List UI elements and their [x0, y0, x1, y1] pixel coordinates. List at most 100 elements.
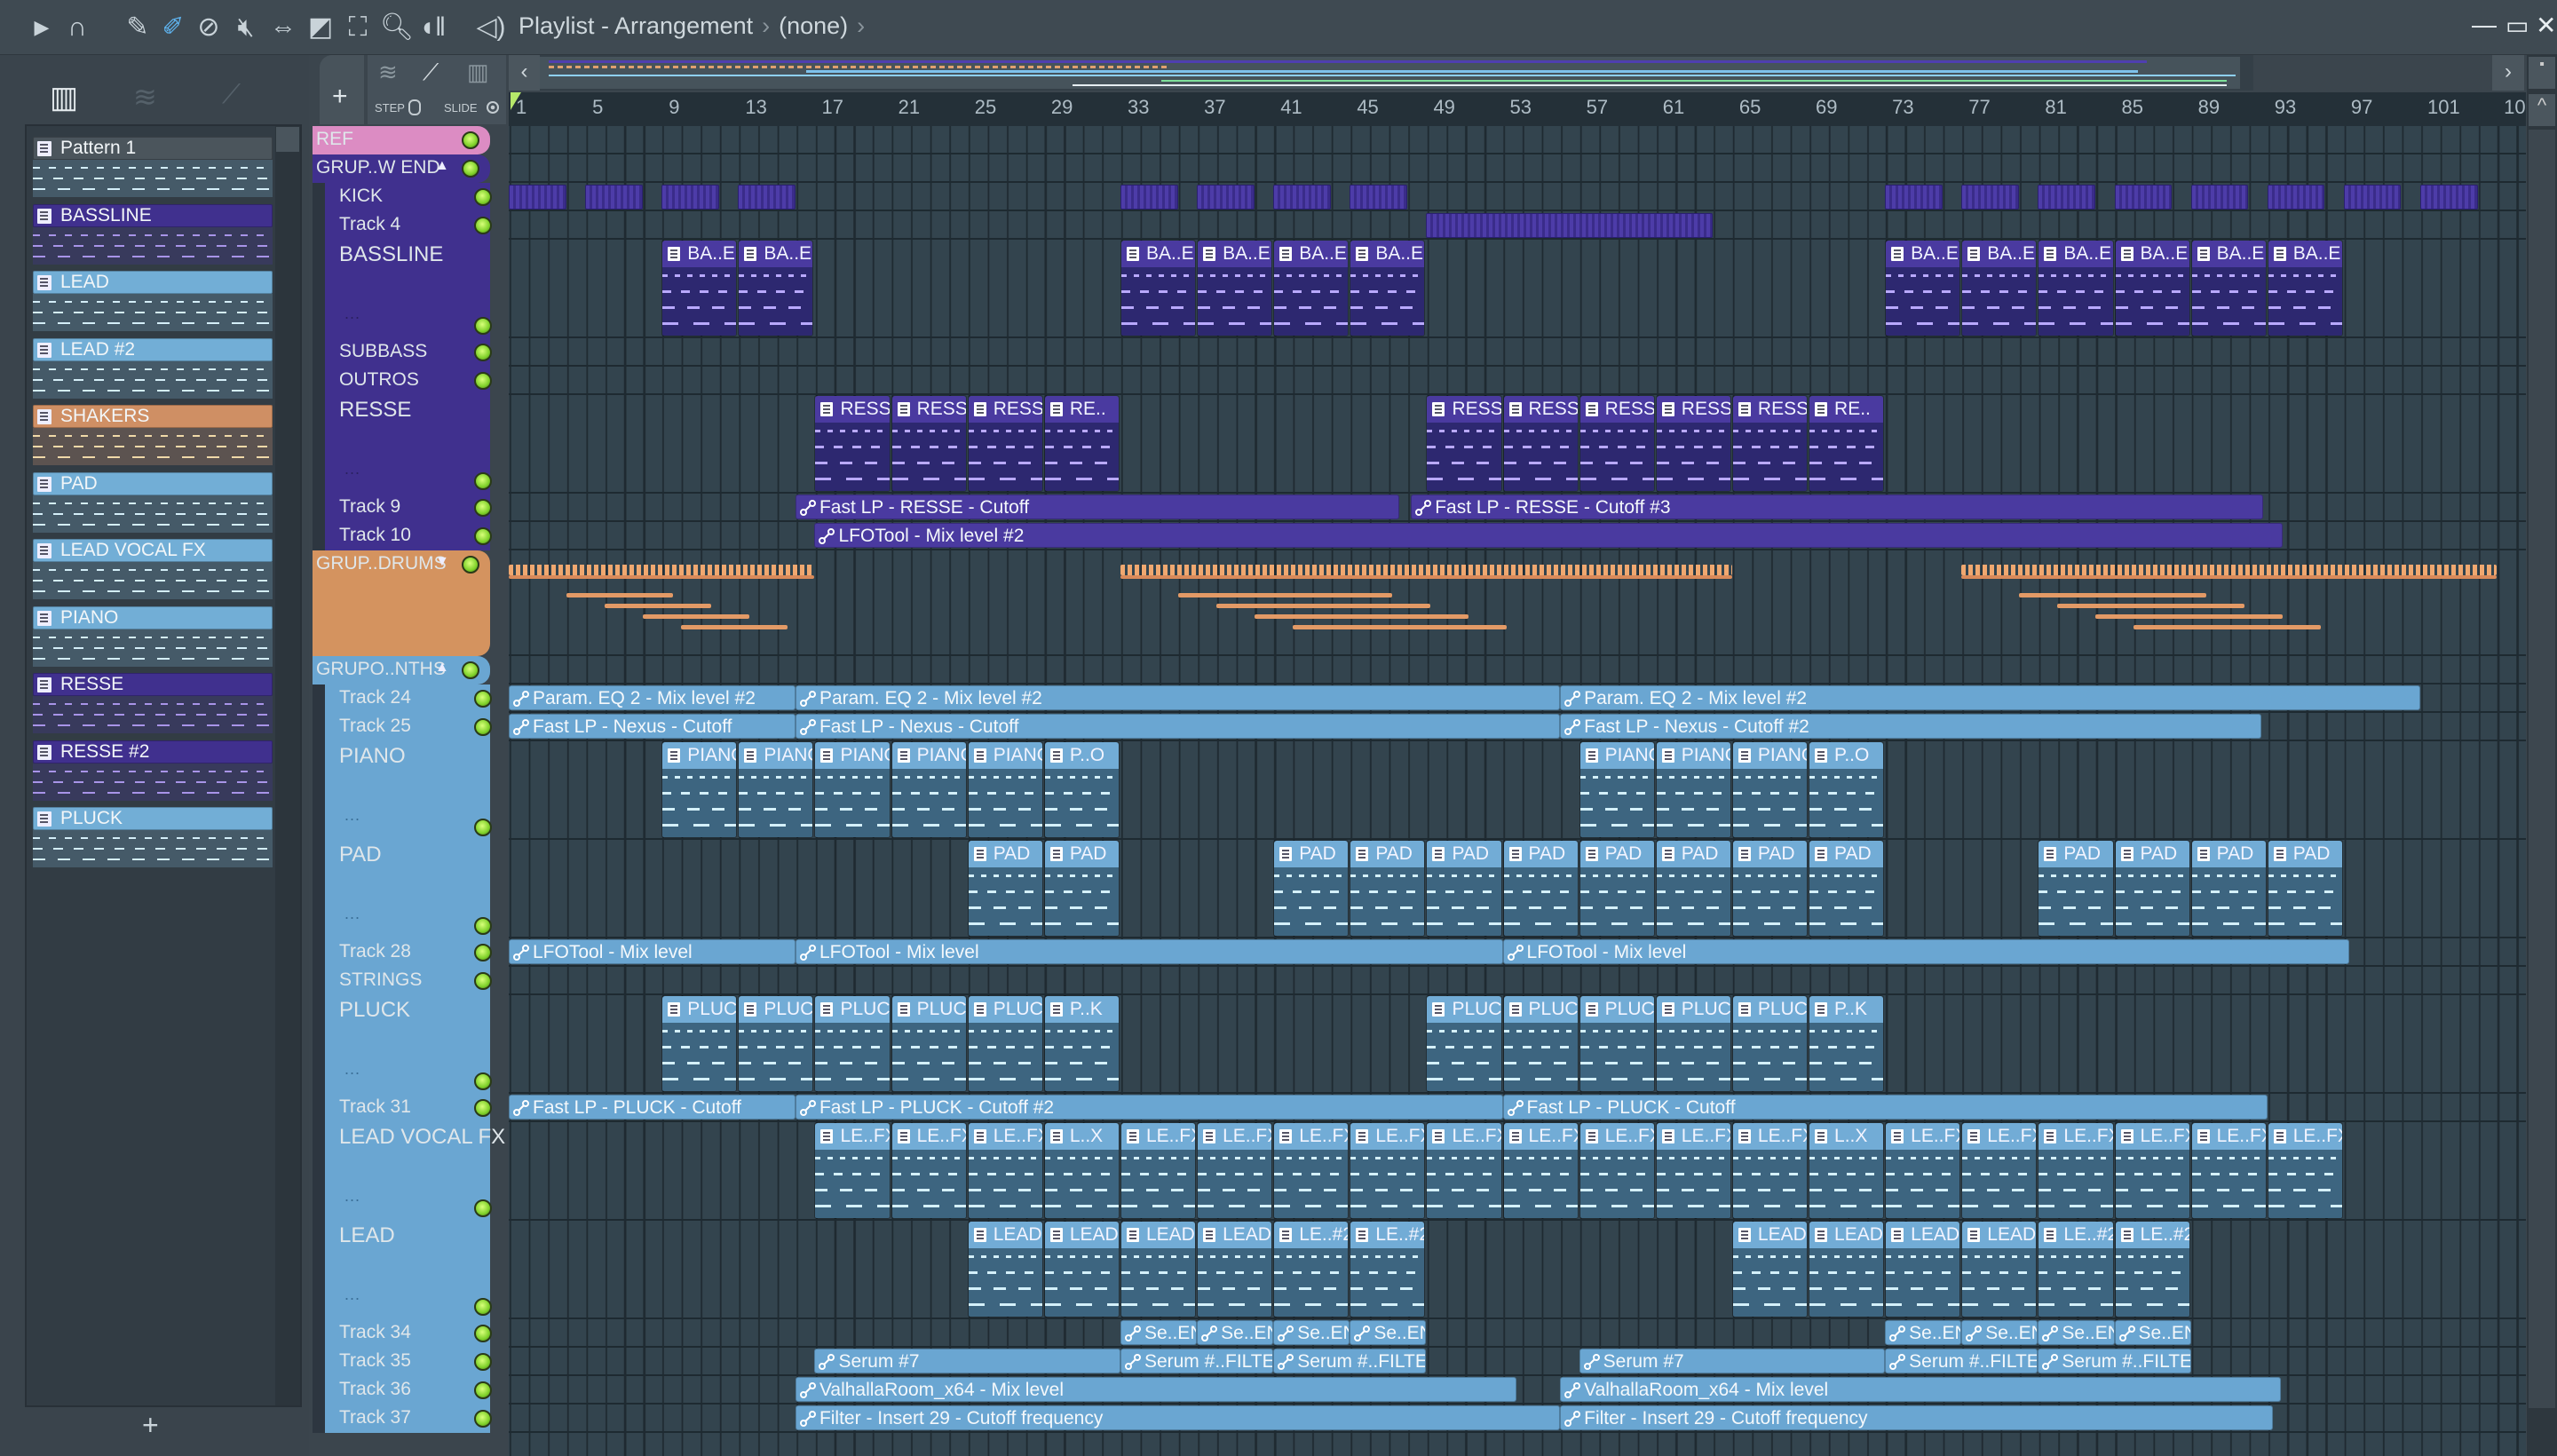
- clip-header[interactable]: LE..FX: [1962, 1123, 2037, 1150]
- track-name[interactable]: BASSLINE: [339, 242, 443, 267]
- pattern-clip[interactable]: PAD: [1350, 840, 1426, 937]
- arrangement-overview[interactable]: [540, 55, 2253, 91]
- clip-header[interactable]: BA..E: [1350, 241, 1425, 267]
- pattern-clip[interactable]: PIANO: [1579, 741, 1655, 838]
- pattern-clip[interactable]: LE..FX: [967, 1122, 1043, 1219]
- automation-clip[interactable]: Se..EN: [1197, 1320, 1274, 1345]
- automation-icon[interactable]: ⟋: [222, 80, 241, 110]
- scroll-thumb[interactable]: [276, 127, 299, 152]
- pattern-header[interactable]: PAD: [33, 471, 273, 495]
- track-header[interactable]: REF: [313, 126, 490, 154]
- track-name[interactable]: PAD: [339, 843, 382, 867]
- pattern-clip[interactable]: LE..FX: [1579, 1122, 1655, 1219]
- pattern-block[interactable]: [2038, 185, 2095, 210]
- playlist-grid[interactable]: BA..E BA..E BA..E BA..E BA..E BA..E BA..E BA..E…: [509, 126, 2526, 1456]
- automation-clip[interactable]: Fast LP - Nexus - Cutoff: [795, 714, 1561, 739]
- clip-header[interactable]: PLUCK: [1579, 996, 1654, 1023]
- automation-clip[interactable]: Serum #..FILTER: [1273, 1349, 1427, 1373]
- pattern-block[interactable]: [2114, 185, 2173, 210]
- audio-wave-icon[interactable]: ≋: [378, 59, 398, 86]
- track-header[interactable]: Track 28: [313, 938, 492, 967]
- pattern-clip[interactable]: LE..FX: [1961, 1122, 2038, 1219]
- clip-header[interactable]: PLUCK: [815, 996, 890, 1023]
- track-enable-led[interactable]: [474, 472, 492, 490]
- pattern-clip[interactable]: PIANO: [661, 741, 738, 838]
- pattern-block[interactable]: [1120, 185, 1178, 210]
- drum-clip[interactable]: [680, 625, 788, 629]
- pattern-clip[interactable]: PAD: [1655, 840, 1731, 937]
- clip-header[interactable]: PLUCK: [662, 996, 737, 1023]
- automation-clip[interactable]: Serum #..FILTER: [1885, 1349, 2038, 1373]
- clip-header[interactable]: LEAD: [1962, 1222, 2037, 1248]
- automation-clip[interactable]: ValhallaRoom_x64 - Mix level: [1560, 1377, 2281, 1402]
- track-name[interactable]: LEAD VOCAL FX: [339, 1125, 505, 1150]
- track-enable-led[interactable]: [474, 718, 492, 736]
- collapse-arrow-icon[interactable]: ▲: [435, 158, 449, 174]
- clip-header[interactable]: LEAD: [1198, 1222, 1272, 1248]
- clip-header[interactable]: RESSE: [1427, 396, 1501, 423]
- pattern-block[interactable]: [1273, 185, 1331, 210]
- pattern-clip[interactable]: RESSE: [1502, 395, 1579, 492]
- pattern-clip[interactable]: RE..: [1809, 395, 1885, 492]
- pattern-item[interactable]: LEAD: [33, 271, 273, 331]
- clip-header[interactable]: BA..E: [2268, 241, 2342, 267]
- pattern-clip[interactable]: LE..FX: [1197, 1122, 1273, 1219]
- drum-ticks[interactable]: [1120, 565, 1732, 575]
- pattern-clip[interactable]: LE..#2: [1273, 1221, 1350, 1318]
- automation-clip[interactable]: Se..EN: [1120, 1320, 1198, 1345]
- pattern-clip[interactable]: L..X: [1809, 1122, 1885, 1219]
- clip-header[interactable]: PAD: [1350, 841, 1425, 867]
- pattern-clip[interactable]: LE..FX: [1731, 1122, 1809, 1219]
- pattern-block[interactable]: [1197, 185, 1255, 210]
- clip-header[interactable]: LE..FX: [968, 1123, 1042, 1150]
- pattern-clip[interactable]: LE..#2: [2114, 1221, 2190, 1318]
- track-name[interactable]: Track 25: [339, 716, 411, 737]
- pattern-clip[interactable]: RE..: [1043, 395, 1120, 492]
- pattern-clip[interactable]: PLUCK: [1579, 995, 1655, 1092]
- clip-header[interactable]: BA..E: [739, 241, 813, 267]
- clip-header[interactable]: P..O: [1044, 742, 1119, 769]
- pattern-clip[interactable]: LE..FX: [1273, 1122, 1350, 1219]
- pattern-clip[interactable]: LEAD: [1043, 1221, 1120, 1318]
- automation-clip[interactable]: Fast LP - RESSE - Cutoff #3: [1411, 495, 2264, 519]
- clip-header[interactable]: LE..FX: [2191, 1123, 2266, 1150]
- track-header[interactable]: OUTROS: [313, 367, 492, 395]
- audio-wave-icon[interactable]: ≋: [133, 80, 157, 114]
- track-header[interactable]: Track 37: [313, 1405, 492, 1433]
- pattern-clip[interactable]: BA..E: [1120, 240, 1197, 336]
- automation-clip[interactable]: Fast LP - PLUCK - Cutoff: [1502, 1095, 2268, 1120]
- track-enable-led[interactable]: [474, 499, 492, 517]
- clip-header[interactable]: PIANO: [1656, 742, 1730, 769]
- clip-header[interactable]: PAD: [1656, 841, 1730, 867]
- add-pattern-button[interactable]: +: [142, 1409, 159, 1442]
- clip-header[interactable]: LE..FX: [1886, 1123, 1960, 1150]
- pattern-clip[interactable]: PAD: [967, 840, 1043, 937]
- clip-header[interactable]: PIANO: [815, 742, 890, 769]
- clip-header[interactable]: PAD: [1809, 841, 1884, 867]
- track-header[interactable]: GRUP..DRUMS ▼: [313, 550, 490, 656]
- track-enable-led[interactable]: [474, 972, 492, 990]
- clip-header[interactable]: LE..FX: [2268, 1123, 2342, 1150]
- clip-header[interactable]: PAD: [1274, 841, 1349, 867]
- delete-icon[interactable]: ⊘: [194, 12, 224, 43]
- drum-clip[interactable]: [1254, 614, 1468, 619]
- clip-header[interactable]: PAD: [1044, 841, 1119, 867]
- track-header[interactable]: Track 25: [313, 713, 492, 741]
- play-arrow-icon[interactable]: ▶: [27, 12, 57, 43]
- track-name[interactable]: Track 28: [339, 941, 411, 962]
- track-header[interactable]: BASSLINE...: [313, 240, 492, 338]
- track-header[interactable]: KICK: [313, 183, 492, 211]
- pattern-block[interactable]: [509, 185, 566, 210]
- clip-header[interactable]: RESSE: [1656, 396, 1730, 423]
- speaker-icon[interactable]: ◁): [476, 12, 506, 43]
- clip-header[interactable]: LEAD: [968, 1222, 1042, 1248]
- track-enable-led[interactable]: [474, 317, 492, 335]
- clip-header[interactable]: LE..FX: [1120, 1123, 1196, 1150]
- clip-header[interactable]: LE..FX: [815, 1123, 890, 1150]
- paint-brush-icon[interactable]: ✐: [158, 12, 188, 43]
- clip-header[interactable]: RESSE: [1732, 396, 1808, 423]
- automation-clip[interactable]: Se..EN: [1350, 1320, 1427, 1345]
- pattern-block[interactable]: [2267, 185, 2325, 210]
- automation-clip[interactable]: LFOTool - Mix level: [795, 939, 1503, 964]
- pencil-icon[interactable]: ✎: [123, 12, 153, 43]
